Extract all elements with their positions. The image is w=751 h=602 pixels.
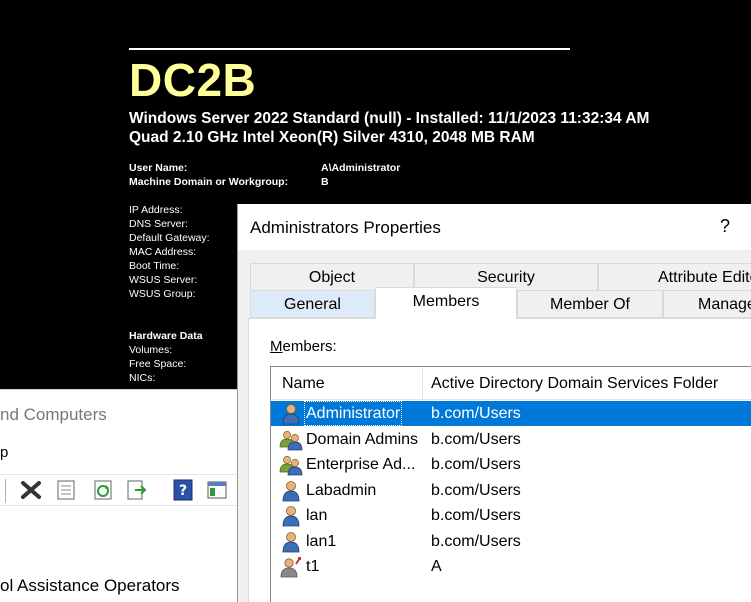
- column-divider[interactable]: [422, 367, 423, 400]
- export-list-icon[interactable]: [125, 479, 147, 501]
- user-icon: [279, 531, 303, 553]
- member-folder: b.com/Users: [431, 532, 521, 550]
- mac-label: MAC Address:: [129, 246, 197, 258]
- hostname: DC2B: [129, 54, 257, 106]
- member-folder: b.com/Users: [431, 507, 521, 524]
- help-button[interactable]: ?: [720, 216, 730, 237]
- dns-label: DNS Server:: [129, 218, 188, 230]
- tab-member-of[interactable]: Member Of: [517, 290, 663, 318]
- member-folder: b.com/Users: [431, 405, 521, 422]
- aduc-menu-help[interactable]: p: [0, 444, 8, 461]
- member-name: lan: [306, 507, 328, 524]
- member-name: Enterprise Ad...: [306, 456, 416, 473]
- hardware-heading: Hardware Data: [129, 330, 203, 342]
- gateway-label: Default Gateway:: [129, 232, 210, 244]
- member-folder: b.com/Users: [431, 430, 521, 448]
- tab-general[interactable]: General: [250, 290, 375, 318]
- table-row[interactable]: Labadmin b.com/Users: [271, 478, 751, 503]
- member-name: lan1: [306, 532, 337, 550]
- group-icon: [279, 429, 303, 451]
- refresh-icon[interactable]: [92, 479, 114, 501]
- column-header-folder[interactable]: Active Directory Domain Services Folder: [431, 367, 718, 400]
- boot-label: Boot Time:: [129, 260, 180, 272]
- list-header: Name Active Directory Domain Services Fo…: [271, 367, 751, 400]
- member-folder: b.com/Users: [431, 456, 521, 473]
- member-folder: b.com/Users: [431, 481, 521, 499]
- user-icon: [279, 505, 303, 527]
- tab-managed-by[interactable]: Manage: [663, 290, 751, 318]
- dialog-title: Administrators Properties: [250, 218, 441, 237]
- table-row[interactable]: lan1 b.com/Users: [271, 529, 751, 554]
- table-row[interactable]: Enterprise Ad... b.com/Users: [271, 452, 751, 477]
- members-tab-panel: Members: Name Active Directory Domain Se…: [248, 318, 751, 602]
- help-icon[interactable]: ?: [172, 479, 194, 501]
- svg-text:?: ?: [179, 483, 187, 499]
- user-name-value: A\Administrator: [321, 162, 401, 174]
- domain-label: Machine Domain or Workgroup:: [129, 176, 289, 188]
- free-space-label: Free Space:: [129, 358, 187, 370]
- wsus-group-label: WSUS Group:: [129, 288, 196, 300]
- member-name: Labadmin: [306, 481, 377, 499]
- mmc-console-icon[interactable]: [206, 479, 228, 501]
- members-label-accel: M: [270, 338, 283, 355]
- member-folder: A: [431, 558, 442, 575]
- divider: [129, 48, 570, 50]
- dialog-titlebar: Administrators Properties ?: [238, 204, 751, 250]
- cpu-info: Quad 2.10 GHz Intel Xeon(R) Silver 4310,…: [129, 129, 535, 146]
- user-icon: [279, 403, 303, 425]
- delete-icon[interactable]: [20, 479, 42, 501]
- group-icon: [279, 454, 303, 476]
- volumes-label: Volumes:: [129, 344, 173, 356]
- user-icon: [279, 480, 303, 502]
- ip-label: IP Address:: [129, 204, 183, 216]
- members-label: Members:: [270, 338, 337, 355]
- member-name: Administrator: [304, 401, 403, 426]
- foreign-user-icon: [279, 556, 303, 578]
- table-row[interactable]: Administrator b.com/Users: [271, 401, 751, 426]
- members-label-text: embers:: [282, 338, 337, 355]
- table-row[interactable]: t1 A: [271, 554, 751, 579]
- aduc-toolbar: ?: [0, 474, 237, 506]
- user-name-label: User Name:: [129, 162, 188, 174]
- table-row[interactable]: lan b.com/Users: [271, 503, 751, 528]
- tree-item-assistance-operators[interactable]: ol Assistance Operators: [0, 576, 180, 596]
- os-info: Windows Server 2022 Standard (null) - In…: [129, 110, 650, 127]
- domain-value: B: [321, 176, 329, 188]
- tab-members[interactable]: Members: [375, 287, 517, 319]
- member-name: Domain Admins: [306, 430, 419, 448]
- members-list[interactable]: Name Active Directory Domain Services Fo…: [270, 366, 751, 602]
- nics-label: NICs:: [129, 372, 156, 384]
- properties-dialog: Administrators Properties ? Object Secur…: [237, 204, 751, 602]
- toolbar-separator: [5, 479, 6, 503]
- aduc-window[interactable]: nd Computers p ? ol Assistance Operators: [0, 389, 237, 602]
- properties-icon[interactable]: [55, 479, 77, 501]
- column-header-name[interactable]: Name: [282, 367, 325, 400]
- wsus-server-label: WSUS Server:: [129, 274, 198, 286]
- tab-attribute-editor[interactable]: Attribute Edito: [598, 263, 751, 291]
- member-name: t1: [306, 558, 320, 575]
- aduc-title: nd Computers: [0, 405, 107, 424]
- table-row[interactable]: Domain Admins b.com/Users: [271, 427, 751, 452]
